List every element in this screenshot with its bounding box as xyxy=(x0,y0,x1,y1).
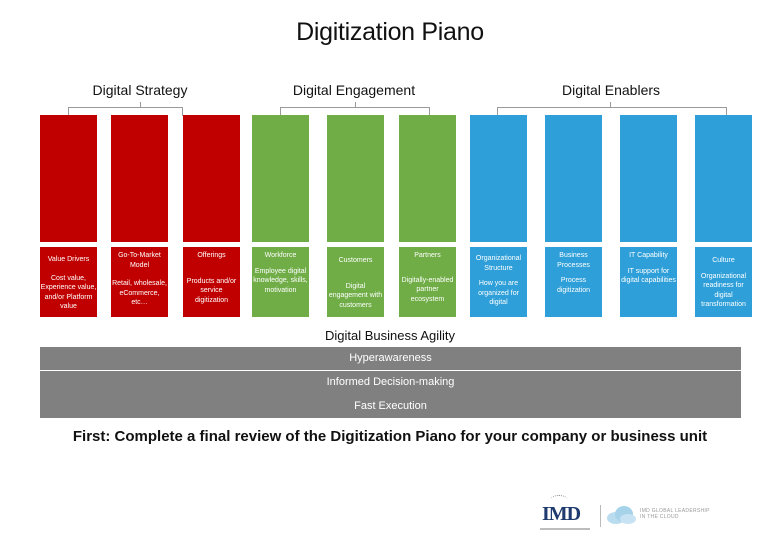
caption-go-to-market: Go-To-Market Model Retail, wholesale, eC… xyxy=(111,247,168,317)
piano-key-customers xyxy=(327,115,384,242)
caption-detail: Digital engagement with customers xyxy=(328,282,383,309)
logo-tagline-line2: IN THE CLOUD xyxy=(640,514,679,520)
caption-detail: Digitally-enabled partner ecosystem xyxy=(401,276,454,303)
caption-culture: Culture Organizational readiness for dig… xyxy=(695,247,752,317)
caption-detail: Cost value, Experience value, and/or Pla… xyxy=(40,274,97,311)
caption-workforce: Workforce Employee digital knowledge, sk… xyxy=(252,247,309,317)
caption-detail: Process digitization xyxy=(556,277,591,294)
cloud-icon xyxy=(607,506,636,524)
caption-heading: Customers xyxy=(338,257,373,264)
caption-offerings: Offerings Products and/or service digiti… xyxy=(183,247,240,317)
group-label-digital-strategy: Digital Strategy xyxy=(92,82,188,98)
caption-detail: Employee digital knowledge, skills, moti… xyxy=(253,267,308,294)
caption-organizational-structure: Organizational Structure How you are org… xyxy=(470,247,527,317)
caption-heading: IT Capability xyxy=(629,252,668,259)
imd-logo: IMD IMD GLOBAL LEADERSHIP IN THE CLOUD xyxy=(540,495,720,535)
caption-heading: Value Drivers xyxy=(47,256,90,263)
piano-key-value-drivers xyxy=(40,115,97,242)
caption-heading: Workforce xyxy=(264,252,297,259)
caption-detail: Products and/or service digitization xyxy=(186,277,237,304)
caption-detail: IT support for digital capabilities xyxy=(621,267,676,285)
piano-key-organizational-structure xyxy=(470,115,527,242)
agility-label: Digital Business Agility xyxy=(324,328,456,343)
caption-partners: Partners Digitally-enabled partner ecosy… xyxy=(399,247,456,317)
piano-key-it-capability xyxy=(620,115,677,242)
page-title: Digitization Piano xyxy=(296,18,484,46)
caption-detail: Retail, wholesale, eCommerce, etc… xyxy=(112,280,167,306)
group-label-digital-engagement: Digital Engagement xyxy=(292,82,416,98)
group-label-digital-enablers: Digital Enablers xyxy=(561,82,661,98)
caption-heading: Organizational Structure xyxy=(475,255,522,272)
caption-detail: Organizational readiness for digital tra… xyxy=(700,272,747,309)
agility-item: Informed Decision-making xyxy=(326,376,455,388)
piano-key-business-processes xyxy=(545,115,602,242)
caption-it-capability: IT Capability IT support for digital cap… xyxy=(620,247,677,317)
agility-item: Hyperawareness xyxy=(349,352,432,364)
piano-key-offerings xyxy=(183,115,240,242)
caption-detail: How you are organized for digital xyxy=(478,280,519,306)
piano-key-culture xyxy=(695,115,752,242)
caption-value-drivers: Value Drivers Cost value, Experience val… xyxy=(40,247,97,317)
caption-heading: Partners xyxy=(414,252,441,259)
imd-wordmark: IMD xyxy=(542,503,581,525)
logo-divider xyxy=(600,505,601,527)
caption-customers: Customers Digital engagement with custom… xyxy=(327,247,384,317)
agility-bar-hyperawareness: Hyperawareness xyxy=(40,347,741,370)
caption-heading: Business Processes xyxy=(557,252,590,269)
agility-bar-decision-execution: Informed Decision-making Fast Execution xyxy=(40,371,741,418)
logo-tagline: IMD GLOBAL LEADERSHIP IN THE CLOUD xyxy=(640,508,710,520)
piano-key-workforce xyxy=(252,115,309,242)
caption-heading: Culture xyxy=(712,257,735,264)
instruction-note: First: Complete a final review of the Di… xyxy=(72,428,708,445)
agility-item: Fast Execution xyxy=(354,399,427,412)
caption-heading: Offerings xyxy=(197,252,226,259)
imd-subline xyxy=(540,528,590,530)
caption-business-processes: Business Processes Process digitization xyxy=(545,247,602,317)
piano-key-go-to-market xyxy=(111,115,168,242)
caption-heading: Go-To-Market Model xyxy=(118,252,161,269)
piano-key-partners xyxy=(399,115,456,242)
bracket-digital-enablers xyxy=(497,102,727,116)
